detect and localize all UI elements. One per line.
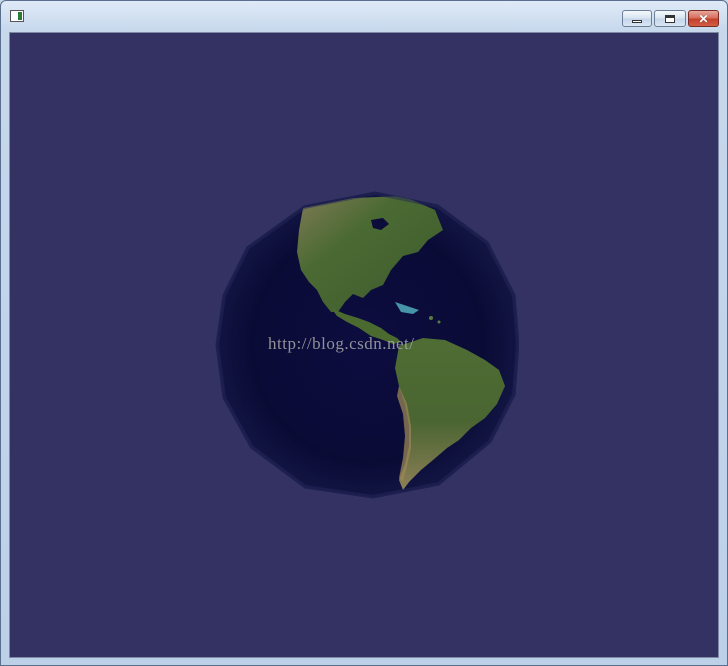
title-bar[interactable]: ✕ [1,1,727,32]
minimize-button[interactable] [622,10,652,27]
app-icon[interactable] [10,10,24,22]
maximize-icon [665,14,675,23]
render-viewport[interactable]: http://blog.csdn.net/ [9,32,719,658]
app-window: ✕ http://blog.csdn.net/ [0,0,728,666]
minimize-icon [632,20,642,23]
watermark-text: http://blog.csdn.net/ [268,334,415,353]
maximize-button[interactable] [654,10,686,27]
close-button[interactable]: ✕ [688,10,719,27]
close-icon: ✕ [698,11,709,26]
